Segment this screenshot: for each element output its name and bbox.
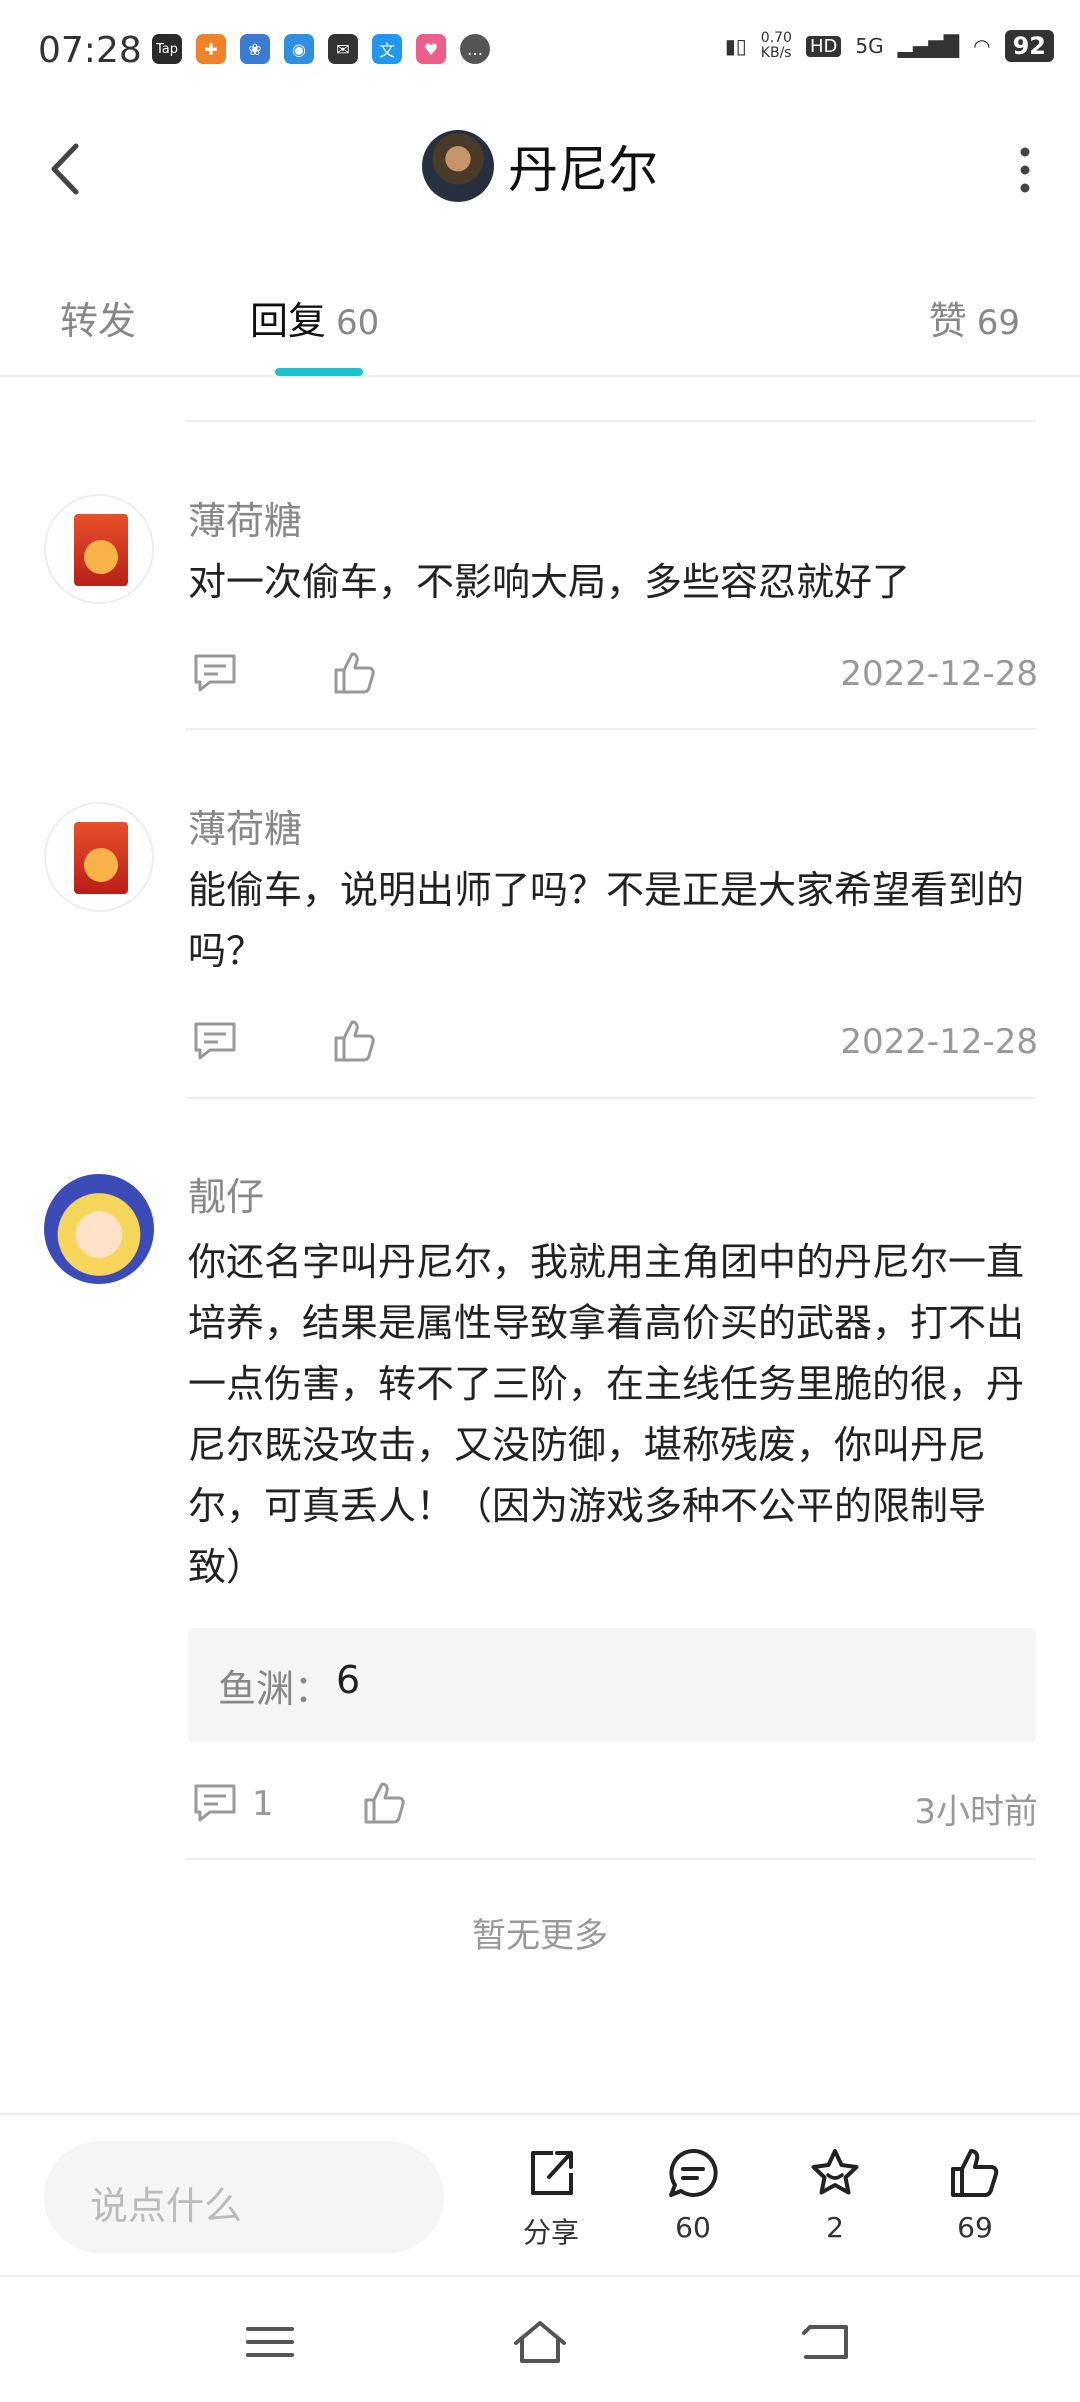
bottom-action-bar: 说点什么 分享 60 2 69 [0,2113,1080,2275]
comment-count: 60 [675,2211,711,2244]
menu-icon[interactable] [240,2317,300,2367]
commenter-name[interactable]: 靓仔 [188,1166,264,1221]
top-app-bar: 丹尼尔 [0,110,1080,230]
status-right: ▮▯ 0.70 KB/s HD 5G ▂▄▆█ ◠ 92 [725,30,1054,62]
tap-app-icon: Tap [152,34,182,64]
more-vertical-icon [1020,147,1030,193]
comment-text: 你还名字叫丹尼尔，我就用主角团中的丹尼尔一直培养，结果是属性导致拿着高价买的武器… [188,1240,1025,1589]
avatar-image [74,822,128,894]
comment-text: 对一次偷车，不影响大局，多些容忍就好了 [188,560,911,604]
title-wrap: 丹尼尔 [0,130,1080,202]
comment-item: 薄荷糖 能偷车，说明出师了吗？不是正是大家希望看到的吗？ 2022-12-28 [0,798,1080,1098]
tab-reply-label: 回复 [250,299,327,343]
like-count: 69 [957,2211,993,2244]
comment-date: 2022-12-28 [840,1022,1038,1062]
tab-reply[interactable]: 回复 60 [250,290,379,345]
reply-icon[interactable] [190,1778,240,1828]
home-icon[interactable] [510,2317,570,2367]
taobao-icon: ✚ [196,34,226,64]
comment-text: 能偷车，说明出师了吗？不是正是大家希望看到的吗？ [188,868,1025,973]
chat-icon: … [460,34,490,64]
comment-actions: 2022-12-28 [188,648,1038,708]
network-speed: 0.70 KB/s [760,30,792,61]
avatar-image [74,514,128,586]
page-title: 丹尼尔 [508,141,658,199]
tab-reply-count: 60 [336,303,380,343]
browser-icon: ◉ [284,34,314,64]
mail-icon: ✉ [328,34,358,64]
back-nav-icon[interactable] [796,2317,856,2367]
sub-reply-author: 鱼渊： [218,1658,332,1713]
star-icon [811,2149,859,2195]
tab-repost[interactable]: 转发 [60,290,136,345]
network-type: 5G [855,34,884,58]
tabs: 转发 回复 60 赞 69 [0,270,1080,377]
comment-input-placeholder: 说点什么 [90,2184,243,2228]
share-button[interactable]: 分享 [496,2145,606,2251]
tab-like-count: 69 [976,303,1020,343]
no-more-text: 暂无更多 [472,1916,608,1956]
battery-level: 92 [1004,30,1054,62]
commenter-avatar[interactable] [44,802,154,912]
comment-actions: 2022-12-28 [188,1016,1038,1076]
lala-icon: ♥ [416,34,446,64]
baidu-icon: ❀ [240,34,270,64]
status-bar: 07:28 Tap ✚ ❀ ◉ ✉ 文 ♥ … ▮▯ 0.70 KB/s HD … [0,0,1080,100]
translate-icon: 文 [372,34,402,64]
tab-like[interactable]: 赞 69 [929,290,1020,345]
comment-date: 3小时前 [914,1792,1038,1832]
tab-like-label: 赞 [928,299,967,343]
post-author-avatar[interactable] [422,130,494,202]
favorite-count: 2 [826,2211,844,2244]
commenter-avatar[interactable] [44,1174,154,1284]
comment-icon [669,2148,718,2197]
comment-date: 2022-12-28 [840,654,1038,694]
favorite-button[interactable]: 2 [780,2145,890,2244]
sub-reply[interactable]: 鱼渊： 6 [188,1628,1036,1742]
reply-count: 1 [252,1784,274,1824]
status-time: 07:28 [38,30,142,71]
sub-reply-text: 6 [336,1658,361,1702]
like-icon[interactable] [330,1016,380,1066]
wifi-icon: ◠ [973,34,991,58]
comment-item: 薄荷糖 对一次偷车，不影响大局，多些容忍就好了 2022-12-28 [0,490,1080,730]
like-icon[interactable] [330,648,380,698]
thumbs-up-icon [951,2149,999,2197]
share-icon [531,2151,573,2195]
commenter-name[interactable]: 薄荷糖 [188,798,302,853]
hd-icon: HD [805,35,842,57]
commenter-avatar[interactable] [44,494,154,604]
comment-button[interactable]: 60 [638,2145,748,2244]
comment-item: 靓仔 你还名字叫丹尼尔，我就用主角团中的丹尼尔一直培养，结果是属性导致拿着高价买… [0,1166,1080,1832]
previous-comment-partial [186,375,1036,422]
share-label: 分享 [522,2216,579,2249]
comment-input[interactable]: 说点什么 [44,2141,444,2253]
like-icon[interactable] [360,1778,410,1828]
vibrate-icon: ▮▯ [724,34,747,58]
divider [186,1858,1036,1860]
commenter-name[interactable]: 薄荷糖 [188,490,302,545]
reply-icon[interactable] [190,1016,240,1066]
sub-reply-author-name: 鱼渊 [218,1667,295,1711]
like-button[interactable]: 69 [920,2145,1030,2244]
divider [186,728,1036,730]
notification-icons: Tap ✚ ❀ ◉ ✉ 文 ♥ … [152,34,490,64]
reply-icon[interactable] [190,648,240,698]
comment-actions: 1 3小时前 [188,1778,1038,1838]
sub-reply-separator: ： [294,1667,333,1711]
signal-icon: ▂▄▆█ [897,34,960,58]
more-options-button[interactable] [1010,140,1040,200]
system-navigation-bar [0,2275,1080,2402]
tab-repost-label: 转发 [60,299,137,343]
divider [186,1097,1036,1099]
